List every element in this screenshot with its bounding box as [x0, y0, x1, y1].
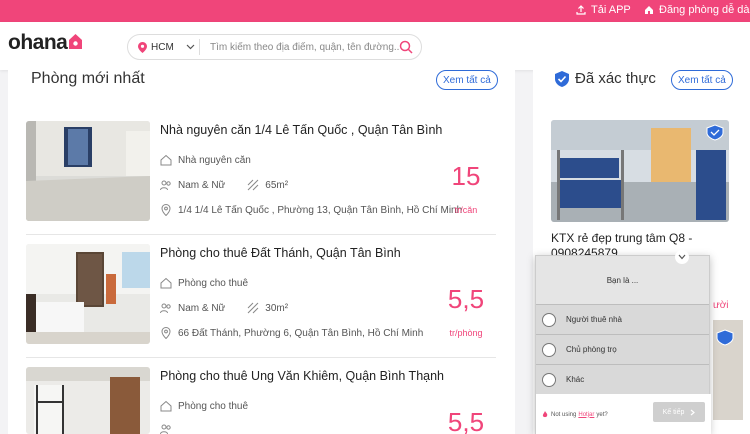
area-icon [247, 302, 259, 314]
logo[interactable]: ohana [8, 31, 83, 55]
location-pin-icon [161, 327, 171, 339]
listing-type: Phòng cho thuê [178, 400, 249, 412]
listing-title[interactable]: Nhà nguyên căn 1/4 Lê Tấn Quốc , Quận Tâ… [160, 123, 442, 137]
logo-house-icon [69, 33, 83, 49]
listing-meta-row [160, 423, 178, 434]
option-label: Người thuê nhà [566, 315, 622, 324]
room-photo-image [713, 320, 743, 420]
listing-type-row: Nhà nguyên căn [160, 154, 251, 166]
see-all-verified-button[interactable]: Xem tất cả [671, 70, 733, 90]
listing-item[interactable]: Phòng cho thuê Đất Thánh, Quận Tân Bình … [26, 244, 496, 344]
footer-prefix: Not using [551, 411, 577, 418]
logo-text: ohana [8, 31, 68, 54]
listing-type: Nhà nguyên căn [178, 154, 251, 166]
survey-popup: Bạn là ... Người thuê nhà Chủ phòng trọ … [535, 250, 711, 434]
area-group: 65m² [247, 179, 288, 191]
next-label: Kế tiếp [662, 408, 685, 416]
room-photo-image [26, 367, 150, 434]
room-photo-image [26, 121, 150, 221]
divider [26, 357, 496, 358]
location-pin-icon [161, 204, 171, 216]
radio-button[interactable] [542, 342, 556, 357]
verified-title: Đã xác thực [575, 70, 656, 87]
house-icon [160, 154, 172, 166]
listing-gender: Nam & Nữ [178, 302, 226, 314]
house-icon [645, 6, 653, 14]
location-pin-icon [138, 41, 147, 53]
chevron-down-icon [186, 44, 195, 50]
hotjar-link[interactable]: Hotjar [578, 412, 594, 418]
listing-address-row: 1/4 1/4 Lê Tấn Quốc , Phường 13, Quận Tâ… [160, 204, 462, 216]
download-app-link[interactable]: Tải APP [576, 4, 631, 16]
listing-address: 66 Đất Thánh, Phường 6, Quận Tân Bình, H… [178, 327, 424, 339]
verified-title-group: Đã xác thực [555, 70, 656, 87]
chevron-down-icon [678, 254, 686, 260]
location-select[interactable]: HCM [128, 39, 200, 55]
listing-photo[interactable] [26, 121, 150, 221]
radio-button[interactable] [542, 372, 556, 387]
listing-photo[interactable] [26, 367, 150, 434]
header: ohana HCM Tìm kiếm theo địa điểm, quận, … [0, 22, 750, 70]
next-button[interactable]: Kế tiếp [653, 402, 705, 422]
dorm-photo-image [551, 120, 729, 222]
radio-button[interactable] [542, 312, 556, 327]
minimize-button[interactable] [675, 250, 689, 264]
listing-price-unit: tr/căn [454, 205, 478, 215]
top-bar: Tải APP Đăng phòng dễ dàng [0, 0, 750, 22]
verified-shield-icon [555, 70, 569, 87]
listing-price: 5,5 [447, 284, 485, 314]
survey-option-renter[interactable]: Người thuê nhà [536, 304, 709, 334]
listing-photo[interactable] [26, 244, 150, 344]
users-icon [160, 424, 171, 434]
verified-card-photo-2[interactable]: ười [713, 300, 743, 420]
house-icon [160, 277, 172, 289]
listing-address-row: 66 Đất Thánh, Phường 6, Quận Tân Bình, H… [160, 327, 423, 339]
listing-area: 65m² [265, 179, 289, 191]
hotjar-flame-icon [542, 411, 548, 418]
listing-price: 15 [451, 161, 481, 191]
download-app-label: Tải APP [591, 4, 631, 16]
search-input[interactable]: Tìm kiếm theo địa điểm, quận, tên đường.… [200, 42, 399, 53]
option-label: Chủ phòng trọ [566, 345, 617, 354]
area-group: 30m² [247, 302, 288, 314]
listing-item[interactable]: Nhà nguyên căn 1/4 Lê Tấn Quốc , Quận Tâ… [26, 121, 496, 221]
users-icon [160, 303, 171, 314]
listing-type-row: Phòng cho thuê [160, 400, 248, 412]
chevron-right-icon [691, 409, 696, 415]
search-bar: HCM Tìm kiếm theo địa điểm, quận, tên đư… [127, 34, 422, 60]
listing-title[interactable]: Phòng cho thuê Đất Thánh, Quận Tân Bình [160, 246, 401, 260]
listing-area: 30m² [265, 302, 289, 314]
option-label: Khác [566, 375, 585, 384]
listing-meta-row: Nam & Nữ 65m² [160, 179, 288, 191]
survey-option-other[interactable]: Khác [536, 364, 709, 394]
verified-card-photo[interactable] [551, 120, 729, 222]
room-photo-image [26, 244, 150, 344]
listing-type: Phòng cho thuê [178, 277, 249, 289]
area-icon [247, 179, 259, 191]
partial-text: ười [713, 300, 729, 311]
listing-gender: Nam & Nữ [178, 179, 226, 191]
listing-type-row: Phòng cho thuê [160, 277, 248, 289]
newest-rooms-panel: Phòng mới nhất Xem tất cả Nhà nguyên căn… [8, 70, 515, 434]
location-value: HCM [151, 41, 174, 53]
see-all-button[interactable]: Xem tất cả [436, 70, 498, 90]
house-icon [160, 400, 172, 412]
listing-meta-row: Nam & Nữ 30m² [160, 302, 288, 314]
divider [26, 234, 496, 235]
footer-suffix: yet? [596, 411, 608, 418]
survey-option-landlord[interactable]: Chủ phòng trọ [536, 334, 709, 364]
section-title: Phòng mới nhất [31, 70, 145, 87]
users-icon [160, 180, 171, 191]
listing-address: 1/4 1/4 Lê Tấn Quốc , Phường 13, Quận Tâ… [178, 204, 463, 216]
search-icon[interactable] [399, 40, 413, 54]
listing-price: 5,5 [447, 407, 485, 434]
post-room-link[interactable]: Đăng phòng dễ dàng [644, 4, 750, 16]
listing-item[interactable]: Phòng cho thuê Ung Văn Khiêm, Quận Bình … [26, 367, 496, 434]
listing-title[interactable]: Phòng cho thuê Ung Văn Khiêm, Quận Bình … [160, 369, 444, 383]
post-room-label: Đăng phòng dễ dàng [659, 4, 750, 16]
survey-footer: Not using Hotjar yet? Kế tiếp [536, 394, 711, 434]
upload-icon [576, 5, 586, 15]
listing-price-unit: tr/phòng [449, 328, 483, 338]
